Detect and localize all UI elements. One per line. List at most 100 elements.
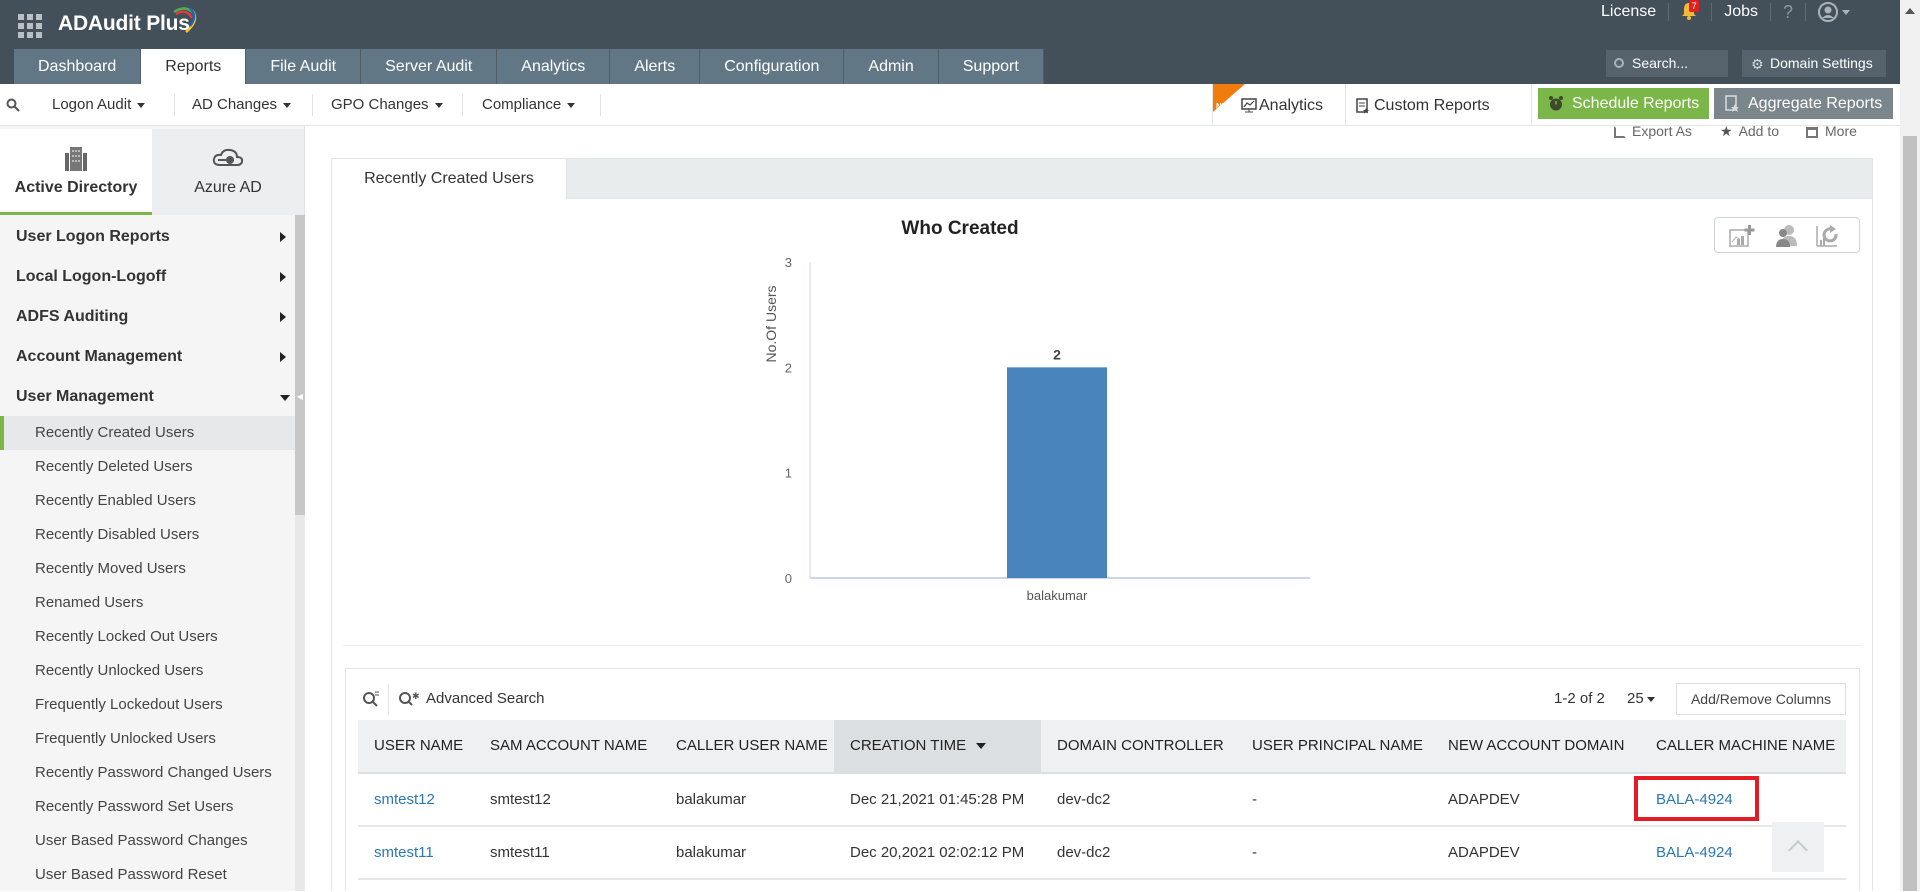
sidebar-item-frequently-unlocked-users[interactable]: Frequently Unlocked Users: [0, 722, 295, 756]
sidebar-item-recently-unlocked-users[interactable]: Recently Unlocked Users: [0, 654, 295, 688]
scroll-to-top-button[interactable]: [1772, 822, 1824, 872]
chevron-down-icon: [280, 395, 290, 401]
top-header: ADAudit Plus License 7 Jobs ? Dashboard …: [0, 0, 1900, 84]
add-chart-icon[interactable]: [1729, 224, 1755, 248]
analytics-label: Analytics: [1259, 97, 1324, 114]
page-scrollbar[interactable]: [1900, 0, 1920, 891]
sidebar-tab-active-directory[interactable]: Active Directory: [0, 129, 152, 215]
app-logo[interactable]: ADAudit Plus: [58, 12, 190, 36]
report-tab-recently-created-users[interactable]: Recently Created Users: [332, 159, 567, 200]
tab-file-audit[interactable]: File Audit: [246, 49, 362, 84]
export-as-button[interactable]: Export As: [1614, 120, 1692, 142]
users-icon[interactable]: [1773, 224, 1799, 248]
sidebar-item-recently-moved-users[interactable]: Recently Moved Users: [0, 552, 295, 586]
sidebar-item-recently-password-changed-users[interactable]: Recently Password Changed Users: [0, 756, 295, 790]
sidebar-collapse-handle[interactable]: ◀: [295, 372, 305, 422]
scroll-up-arrow-icon[interactable]: [1905, 8, 1915, 14]
user-menu[interactable]: [1818, 2, 1850, 22]
sidebar-item-recently-locked-out-users[interactable]: Recently Locked Out Users: [0, 620, 295, 654]
advanced-search-label: Advanced Search: [426, 690, 545, 707]
sidebar-group-adfs-auditing[interactable]: ADFS Auditing: [16, 297, 286, 337]
add-to-label: Add to: [1738, 123, 1780, 139]
menu-ad-changes[interactable]: AD Changes: [192, 84, 292, 126]
sidebar-item-user-based-password-reset[interactable]: User Based Password Reset: [0, 858, 295, 892]
cell-user-principal-name: -: [1252, 791, 1257, 808]
sidebar-group-local-logon-logoff[interactable]: Local Logon-Logoff: [16, 257, 286, 297]
cell-caller-machine-name[interactable]: BALA-4924: [1640, 827, 1733, 878]
cell-user-name[interactable]: smtest11: [358, 827, 434, 878]
table-row: smtest12 smtest12 balakumar Dec 21,2021 …: [358, 774, 1846, 827]
svg-text:✱: ✱: [412, 691, 420, 701]
refresh-chart-icon[interactable]: [1815, 224, 1841, 248]
filter-search-icon[interactable]: [362, 690, 380, 708]
sidebar-item-renamed-users[interactable]: Renamed Users: [0, 586, 295, 620]
column-header-caller-machine-name[interactable]: CALLER MACHINE NAME: [1640, 720, 1846, 772]
filter-search-icon[interactable]: [6, 98, 20, 112]
column-header-new-account-domain[interactable]: NEW ACCOUNT DOMAIN: [1432, 720, 1640, 772]
jobs-link[interactable]: Jobs: [1724, 3, 1758, 21]
help-icon[interactable]: ?: [1783, 2, 1793, 23]
bar-chart: No.Of Users 0 1 2 3 2 balakumar: [763, 255, 1310, 603]
more-button[interactable]: More: [1806, 120, 1857, 142]
tab-analytics[interactable]: Analytics: [497, 49, 611, 84]
app-grid-icon[interactable]: [18, 14, 42, 38]
divider: [1668, 3, 1670, 21]
analytics-button[interactable]: NEW Analytics: [1212, 84, 1346, 126]
tab-dashboard[interactable]: Dashboard: [14, 49, 142, 84]
page-size-select[interactable]: 25: [1627, 688, 1655, 710]
domain-settings-button[interactable]: ⚙ Domain Settings: [1742, 50, 1886, 77]
bars: 2: [1007, 346, 1107, 578]
tab-server-audit[interactable]: Server Audit: [361, 49, 498, 84]
sidebar-item-recently-disabled-users[interactable]: Recently Disabled Users: [0, 518, 295, 552]
sidebar-item-recently-deleted-users[interactable]: Recently Deleted Users: [0, 450, 295, 484]
sidebar-scrollbar-thumb[interactable]: [295, 215, 305, 515]
group-label: User Management: [16, 388, 154, 405]
sidebar-item-user-based-password-changes[interactable]: User Based Password Changes: [0, 824, 295, 858]
sidebar-item-recently-password-set-users[interactable]: Recently Password Set Users: [0, 790, 295, 824]
cell-user-name[interactable]: smtest12: [358, 774, 435, 825]
page-scrollbar-thumb[interactable]: [1903, 136, 1917, 891]
y-tick-label: 0: [785, 571, 792, 586]
column-header-user-name[interactable]: USER NAME: [358, 720, 474, 772]
export-icon: [1614, 126, 1626, 139]
tab-alerts[interactable]: Alerts: [610, 49, 701, 84]
add-remove-columns-button[interactable]: Add/Remove Columns: [1676, 683, 1846, 715]
menu-compliance[interactable]: Compliance: [482, 84, 576, 126]
tab-support[interactable]: Support: [938, 49, 1044, 84]
sidebar-group-account-management[interactable]: Account Management: [16, 337, 286, 377]
divider: [343, 645, 1861, 646]
advanced-search-button[interactable]: ✱ Advanced Search: [398, 688, 544, 710]
custom-reports-button[interactable]: Custom Reports: [1346, 84, 1532, 126]
add-to-button[interactable]: ★ Add to: [1720, 120, 1779, 142]
sidebar-item-recently-enabled-users[interactable]: Recently Enabled Users: [0, 484, 295, 518]
advanced-search-icon: ✱: [399, 691, 420, 706]
column-header-sam-account-name[interactable]: SAM ACCOUNT NAME: [474, 720, 660, 772]
tab-reports[interactable]: Reports: [141, 49, 247, 84]
column-header-domain-controller[interactable]: DOMAIN CONTROLLER: [1041, 720, 1236, 772]
divider: [388, 684, 389, 714]
bar[interactable]: [1007, 367, 1107, 578]
sidebar-group-user-management[interactable]: User Management: [16, 377, 290, 417]
tab-admin[interactable]: Admin: [844, 49, 939, 84]
menu-logon-audit[interactable]: Logon Audit: [52, 84, 146, 126]
global-search-input[interactable]: Search...: [1606, 50, 1728, 77]
schedule-reports-label: Schedule Reports: [1572, 95, 1700, 112]
schedule-reports-button[interactable]: Schedule Reports: [1538, 88, 1709, 119]
notifications-button[interactable]: 7: [1681, 0, 1700, 22]
column-header-user-principal-name[interactable]: USER PRINCIPAL NAME: [1236, 720, 1432, 772]
license-link[interactable]: License: [1601, 3, 1656, 21]
column-header-caller-user-name[interactable]: CALLER USER NAME: [660, 720, 834, 772]
tab-configuration[interactable]: Configuration: [700, 49, 845, 84]
caret-down-icon: [434, 102, 443, 108]
gear-icon: ⚙: [1751, 56, 1764, 72]
sidebar-scrollbar[interactable]: [295, 215, 305, 891]
column-header-creation-time[interactable]: CREATION TIME: [834, 720, 1041, 772]
sidebar-tab-azure-ad[interactable]: Azure AD: [152, 129, 304, 215]
menu-label: GPO Changes: [331, 96, 429, 113]
sidebar-item-frequently-lockedout-users[interactable]: Frequently Lockedout Users: [0, 688, 295, 722]
top-links: License 7 Jobs ?: [1601, 0, 1850, 24]
menu-gpo-changes[interactable]: GPO Changes: [331, 84, 443, 126]
aggregate-reports-button[interactable]: Aggregate Reports: [1714, 88, 1893, 119]
cell-creation-time: Dec 21,2021 01:45:28 PM: [850, 791, 1025, 808]
sidebar-item-recently-created-users[interactable]: Recently Created Users: [0, 416, 295, 450]
